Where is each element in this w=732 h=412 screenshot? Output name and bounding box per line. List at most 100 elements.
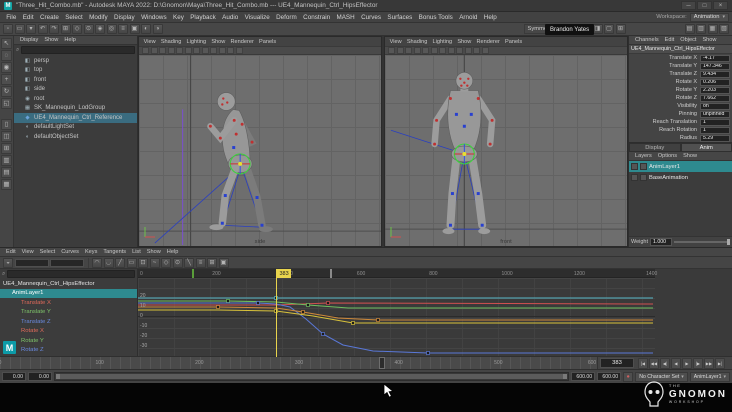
frame-playback-icon[interactable]: ▣ xyxy=(218,257,229,268)
2d-pan-zoom-icon[interactable] xyxy=(422,47,429,54)
textured-icon[interactable] xyxy=(210,47,217,54)
frame-entry-field[interactable] xyxy=(14,258,49,267)
menu-item[interactable]: Key xyxy=(170,14,187,21)
ipr-render-icon[interactable]: ◑ xyxy=(152,24,163,34)
channel-value-field[interactable]: 1 xyxy=(700,126,730,134)
weight-slider[interactable] xyxy=(674,239,730,245)
menu-item[interactable]: Bonus Tools xyxy=(415,14,456,21)
anim-layer-selector[interactable]: AnimLayer1 xyxy=(689,371,730,382)
workspace-selector[interactable]: Animation xyxy=(689,12,729,22)
layout-four-icon[interactable]: ⊞ xyxy=(1,143,12,154)
menu-item[interactable]: Surfaces xyxy=(384,14,415,21)
attribute-editor-toggle-icon[interactable]: ▥ xyxy=(696,24,706,34)
unify-tangent-icon[interactable]: ≡ xyxy=(195,257,206,268)
menu-item[interactable]: Display xyxy=(111,14,138,21)
scale-tool-icon[interactable]: ◱ xyxy=(1,98,12,109)
lighting-icon[interactable] xyxy=(464,47,472,54)
layer-solo-icon[interactable] xyxy=(640,163,647,170)
lasso-tool-icon[interactable]: ◌ xyxy=(1,50,12,61)
viewport-canvas-front[interactable]: front xyxy=(385,55,627,246)
step-tangent-icon[interactable]: ⊡ xyxy=(138,257,148,268)
go-to-start-button[interactable]: |◀ xyxy=(638,357,648,369)
graph-editor-canvas[interactable]: 0200400600800100012001400 383 20100-10-2… xyxy=(138,269,657,357)
tool-settings-toggle-icon[interactable]: ▦ xyxy=(707,24,718,34)
selected-node-name[interactable]: UE4_Mannequin_Ctrl_HipsEffector xyxy=(629,45,732,54)
channel-value-field[interactable]: 5.29 xyxy=(700,134,730,142)
layout-single-icon[interactable]: ▯ xyxy=(1,119,12,130)
outliner-item[interactable]: ◧ persp xyxy=(14,56,137,66)
clamped-tangent-icon[interactable]: ◡ xyxy=(103,257,114,268)
outliner-menu-item[interactable]: Display xyxy=(17,37,41,43)
redo-icon[interactable]: ↷ xyxy=(49,24,59,34)
viewport-menu-item[interactable]: Shading xyxy=(404,39,430,45)
channel-row[interactable]: Rotate Z 7.662 xyxy=(629,94,732,102)
menu-item[interactable]: Constrain xyxy=(300,14,333,21)
wireframe-icon[interactable] xyxy=(193,47,200,54)
paint-select-tool-icon[interactable]: ◉ xyxy=(1,62,12,73)
keyframe[interactable] xyxy=(351,321,355,325)
go-to-end-button[interactable]: ▶| xyxy=(715,357,725,369)
anim-curve-rotate-y[interactable] xyxy=(138,309,653,324)
lighting-icon[interactable] xyxy=(218,47,226,54)
outliner-item[interactable]: ◆ UE4_Mannequin_Ctrl_Reference xyxy=(14,113,137,123)
graph-editor-menu-item[interactable]: List xyxy=(129,249,144,255)
viewport-menu-item[interactable]: Lighting xyxy=(430,39,455,45)
save-scene-icon[interactable]: ▾ xyxy=(26,24,36,34)
outliner-item[interactable]: ◐ defaultLightSet xyxy=(14,123,137,133)
window-control-button[interactable]: ─ xyxy=(681,1,696,10)
viewport-menu-item[interactable]: Panels xyxy=(256,39,278,45)
viewport-menu-item[interactable]: Renderer xyxy=(228,39,257,45)
value-entry-field[interactable] xyxy=(50,258,84,267)
graph-channel-row[interactable]: Translate X xyxy=(0,298,137,308)
channel-value-field[interactable]: 2.203 xyxy=(700,86,730,94)
channel-value-field[interactable]: 147.346 xyxy=(700,62,730,70)
wireframe-icon[interactable] xyxy=(439,47,446,54)
layout-two-side-icon[interactable]: ◫ xyxy=(1,131,12,142)
graph-channel-row[interactable]: Rotate Y xyxy=(0,336,137,346)
viewport-menu-item[interactable]: Panels xyxy=(502,39,524,45)
spline-tangent-icon[interactable]: ◠ xyxy=(92,257,102,268)
shaded-icon[interactable] xyxy=(201,47,209,54)
channel-value-field[interactable]: unpinned xyxy=(700,110,730,118)
outliner-item[interactable]: ▦ SK_Mannequin_LodGroup xyxy=(14,104,137,114)
viewport-menu-item[interactable]: View xyxy=(387,39,404,45)
snap-curve-icon[interactable]: ◇ xyxy=(72,24,82,34)
menu-item[interactable]: Create xyxy=(37,14,62,21)
isolate-select-icon[interactable] xyxy=(184,47,192,54)
anim-curve-rotate-x[interactable] xyxy=(138,306,653,321)
swap-buffer-icon[interactable]: ⊙ xyxy=(172,257,183,268)
step-forward-key-button[interactable]: ▶▶ xyxy=(704,357,714,369)
menu-item[interactable]: Select xyxy=(62,14,86,21)
shadows-icon[interactable] xyxy=(227,47,234,54)
lock-channel-icon[interactable]: ◒ xyxy=(3,257,13,268)
outliner-item[interactable]: ◧ side xyxy=(14,85,137,95)
graph-channel-row[interactable]: Translate Y xyxy=(0,308,137,318)
graph-editor-menu-item[interactable]: Help xyxy=(164,249,182,255)
plateau-tangent-icon[interactable]: ~ xyxy=(149,257,160,268)
playback-end-field[interactable]: 600.00 xyxy=(571,372,596,381)
channel-row[interactable]: Visibility on xyxy=(629,102,732,110)
camera-attributes-icon[interactable] xyxy=(150,47,158,54)
channel-row[interactable]: Translate Z 9.434 xyxy=(629,70,732,78)
set-key-button[interactable]: ● xyxy=(623,371,634,382)
graph-editor-menu-item[interactable]: View xyxy=(19,249,37,255)
channel-value-field[interactable]: 7.662 xyxy=(700,94,730,102)
play-forward-button[interactable]: ▶ xyxy=(682,357,692,369)
channel-row[interactable]: Radius 5.29 xyxy=(629,134,732,142)
shaded-icon[interactable] xyxy=(447,47,455,54)
channel-box-menu-item[interactable]: Show xyxy=(699,37,719,43)
graph-channel-row[interactable]: UE4_Mannequin_Ctrl_HipsEffector xyxy=(0,279,137,289)
channel-row[interactable]: Rotate Y 2.203 xyxy=(629,86,732,94)
graph-channel-row[interactable]: Translate Z xyxy=(0,317,137,327)
menu-item[interactable]: MASH xyxy=(333,14,358,21)
menu-item[interactable]: Edit xyxy=(20,14,37,21)
outliner-item[interactable]: ◉ root xyxy=(14,94,137,104)
isolate-select-icon[interactable] xyxy=(430,47,438,54)
range-end-handle[interactable] xyxy=(563,374,568,379)
viewport-menu-item[interactable]: Lighting xyxy=(184,39,209,45)
ruler-marker[interactable] xyxy=(329,269,332,278)
camera-attributes-icon[interactable] xyxy=(396,47,404,54)
weight-value-field[interactable]: 1.000 xyxy=(650,238,673,246)
character-set-selector[interactable]: No Character Set xyxy=(635,371,688,382)
layout-outliner-persp-icon[interactable]: ▥ xyxy=(1,155,12,166)
